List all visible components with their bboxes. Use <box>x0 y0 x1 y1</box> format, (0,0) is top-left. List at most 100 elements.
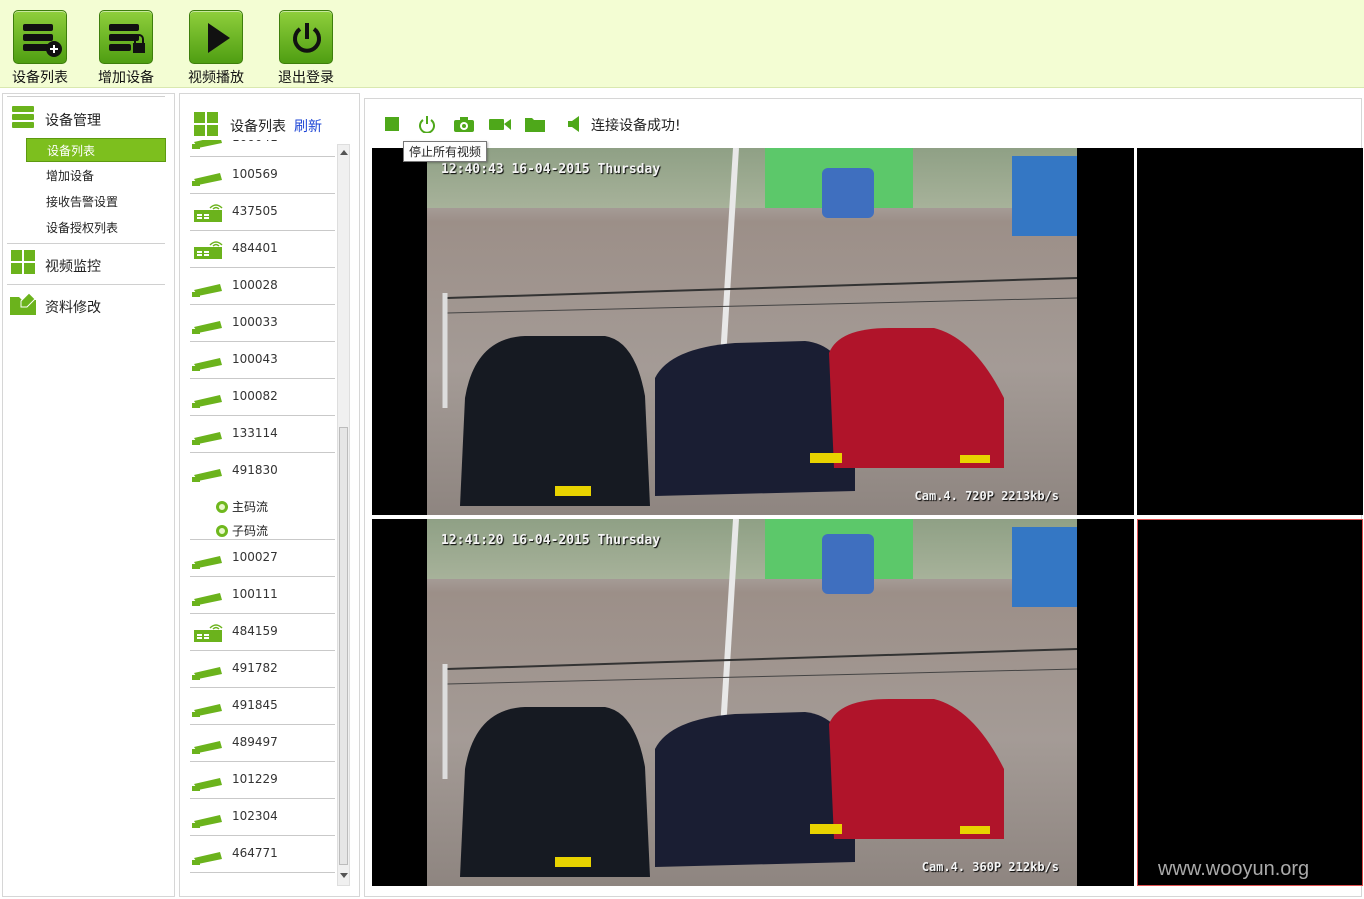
device-row[interactable]: 437505 <box>190 194 335 231</box>
top-toolbar: 设备列表 增加设备 视频播放 退出登录 <box>0 0 1364 88</box>
device-id: 133114 <box>232 426 278 440</box>
camera-icon <box>192 428 226 446</box>
device-row[interactable]: 491845 <box>190 688 335 725</box>
server-icon <box>12 106 34 128</box>
stream-option[interactable]: 主码流 <box>216 497 268 517</box>
divider <box>7 284 165 285</box>
device-row[interactable]: 489497 <box>190 725 335 762</box>
camera-icon <box>192 354 226 372</box>
power-icon <box>279 10 333 64</box>
folder-edit-icon <box>10 292 36 315</box>
device-list-header: 设备列表 刷新 <box>190 110 350 140</box>
video-timestamp: 12:40:43 16-04-2015 Thursday <box>441 162 661 177</box>
speaker-icon[interactable] <box>565 115 585 133</box>
device-list-label: 设备列表 <box>12 70 68 86</box>
device-id: 100569 <box>232 167 278 181</box>
add-device-button[interactable]: 增加设备 <box>86 10 166 86</box>
profile-edit-label: 资料修改 <box>45 300 101 316</box>
camera-icon <box>192 700 226 718</box>
server-lock-icon <box>99 10 153 64</box>
play-icon <box>189 10 243 64</box>
video-pane-4[interactable] <box>1137 519 1363 886</box>
device-row[interactable]: 484401 <box>190 231 335 268</box>
device-list-scrollbar[interactable] <box>337 144 350 886</box>
divider <box>7 243 165 244</box>
device-id: 437505 <box>232 204 278 218</box>
device-row[interactable]: 100043 <box>190 342 335 379</box>
device-row[interactable]: 491830 主码流子码流 <box>190 453 335 540</box>
sidebar-item-device-list[interactable]: 设备列表 <box>26 138 166 162</box>
device-id: 100027 <box>232 550 278 564</box>
server-list-icon <box>13 10 67 64</box>
grid-icon <box>11 250 35 274</box>
camera-icon <box>192 774 226 792</box>
video-play-label: 视频播放 <box>188 70 244 86</box>
device-row[interactable]: 100027 <box>190 540 335 577</box>
device-row[interactable]: 102304 <box>190 799 335 836</box>
scroll-down-icon[interactable] <box>340 873 348 879</box>
device-row[interactable]: 491782 <box>190 651 335 688</box>
grid-icon <box>194 112 218 136</box>
device-id: 491830 <box>232 463 278 477</box>
device-id: 102304 <box>232 809 278 823</box>
sidebar-video-monitor[interactable]: 视频监控 <box>7 246 167 282</box>
refresh-link[interactable]: 刷新 <box>294 116 322 136</box>
video-frame: 12:41:20 16-04-2015 Thursday Cam.4. 360P… <box>427 519 1077 886</box>
stream-option[interactable]: 子码流 <box>216 521 268 541</box>
sidebar: 设备管理 设备列表 增加设备 接收告警设置 设备授权列表 视频监控 资料修改 <box>2 93 175 897</box>
device-row[interactable]: 100033 <box>190 305 335 342</box>
video-pane-3[interactable]: 12:41:20 16-04-2015 Thursday Cam.4. 360P… <box>372 519 1134 886</box>
dvr-icon <box>192 239 226 259</box>
video-timestamp: 12:41:20 16-04-2015 Thursday <box>441 533 661 548</box>
radio-dot-icon <box>216 501 228 513</box>
dvr-icon <box>192 202 226 222</box>
video-play-button[interactable]: 视频播放 <box>176 10 256 86</box>
device-row[interactable]: 100082 <box>190 379 335 416</box>
camera-icon <box>192 140 226 150</box>
sidebar-profile-edit[interactable]: 资料修改 <box>7 287 167 323</box>
device-row[interactable]: 464771 <box>190 836 335 873</box>
camera-icon <box>192 280 226 298</box>
device-list-title: 设备列表 <box>230 119 286 135</box>
video-record-icon[interactable] <box>488 115 512 133</box>
device-row[interactable]: 100569 <box>190 157 335 194</box>
sidebar-item-alarm-settings[interactable]: 接收告警设置 <box>26 190 166 214</box>
connection-status: 连接设备成功! <box>591 118 681 134</box>
add-device-label: 增加设备 <box>98 70 154 86</box>
device-row[interactable]: 100111 <box>190 577 335 614</box>
device-row[interactable]: 100028 <box>190 268 335 305</box>
device-row[interactable]: 101229 <box>190 762 335 799</box>
camera-icon <box>192 391 226 409</box>
dvr-icon <box>192 622 226 642</box>
device-id: 491845 <box>232 698 278 712</box>
camera-icon <box>192 317 226 335</box>
camera-icon <box>192 811 226 829</box>
folder-icon[interactable] <box>524 115 546 133</box>
video-pane-1[interactable]: 12:40:43 16-04-2015 Thursday Cam.4. 720P… <box>372 148 1134 515</box>
device-row[interactable]: 484159 <box>190 614 335 651</box>
device-id: 100043 <box>232 352 278 366</box>
sidebar-item-add-device[interactable]: 增加设备 <box>26 164 166 188</box>
power-icon[interactable] <box>417 115 437 133</box>
sidebar-device-mgmt[interactable]: 设备管理 <box>7 100 167 136</box>
scroll-up-icon[interactable] <box>340 149 348 155</box>
logout-button[interactable]: 退出登录 <box>266 10 346 86</box>
device-id: 489497 <box>232 735 278 749</box>
device-row[interactable]: 133114 <box>190 416 335 453</box>
device-list-panel: 设备列表 刷新 100041 100569 437505 484401100028 10… <box>179 93 360 897</box>
device-list-button[interactable]: 设备列表 <box>0 10 80 86</box>
device-mgmt-label: 设备管理 <box>45 113 101 129</box>
parking-scene <box>442 148 1077 506</box>
device-id: 491782 <box>232 661 278 675</box>
video-pane-2[interactable] <box>1137 148 1363 515</box>
sidebar-item-auth-list[interactable]: 设备授权列表 <box>26 216 166 240</box>
scrollbar-thumb[interactable] <box>339 427 348 865</box>
watermark: www.wooyun.org <box>1158 858 1310 880</box>
device-row[interactable]: 100041 <box>190 140 335 157</box>
camera-snapshot-icon[interactable] <box>453 115 475 133</box>
stop-icon[interactable] <box>383 115 403 133</box>
radio-dot-icon <box>216 525 228 537</box>
device-id: 100033 <box>232 315 278 329</box>
device-id: 100041 <box>232 140 278 144</box>
device-id: 101229 <box>232 772 278 786</box>
